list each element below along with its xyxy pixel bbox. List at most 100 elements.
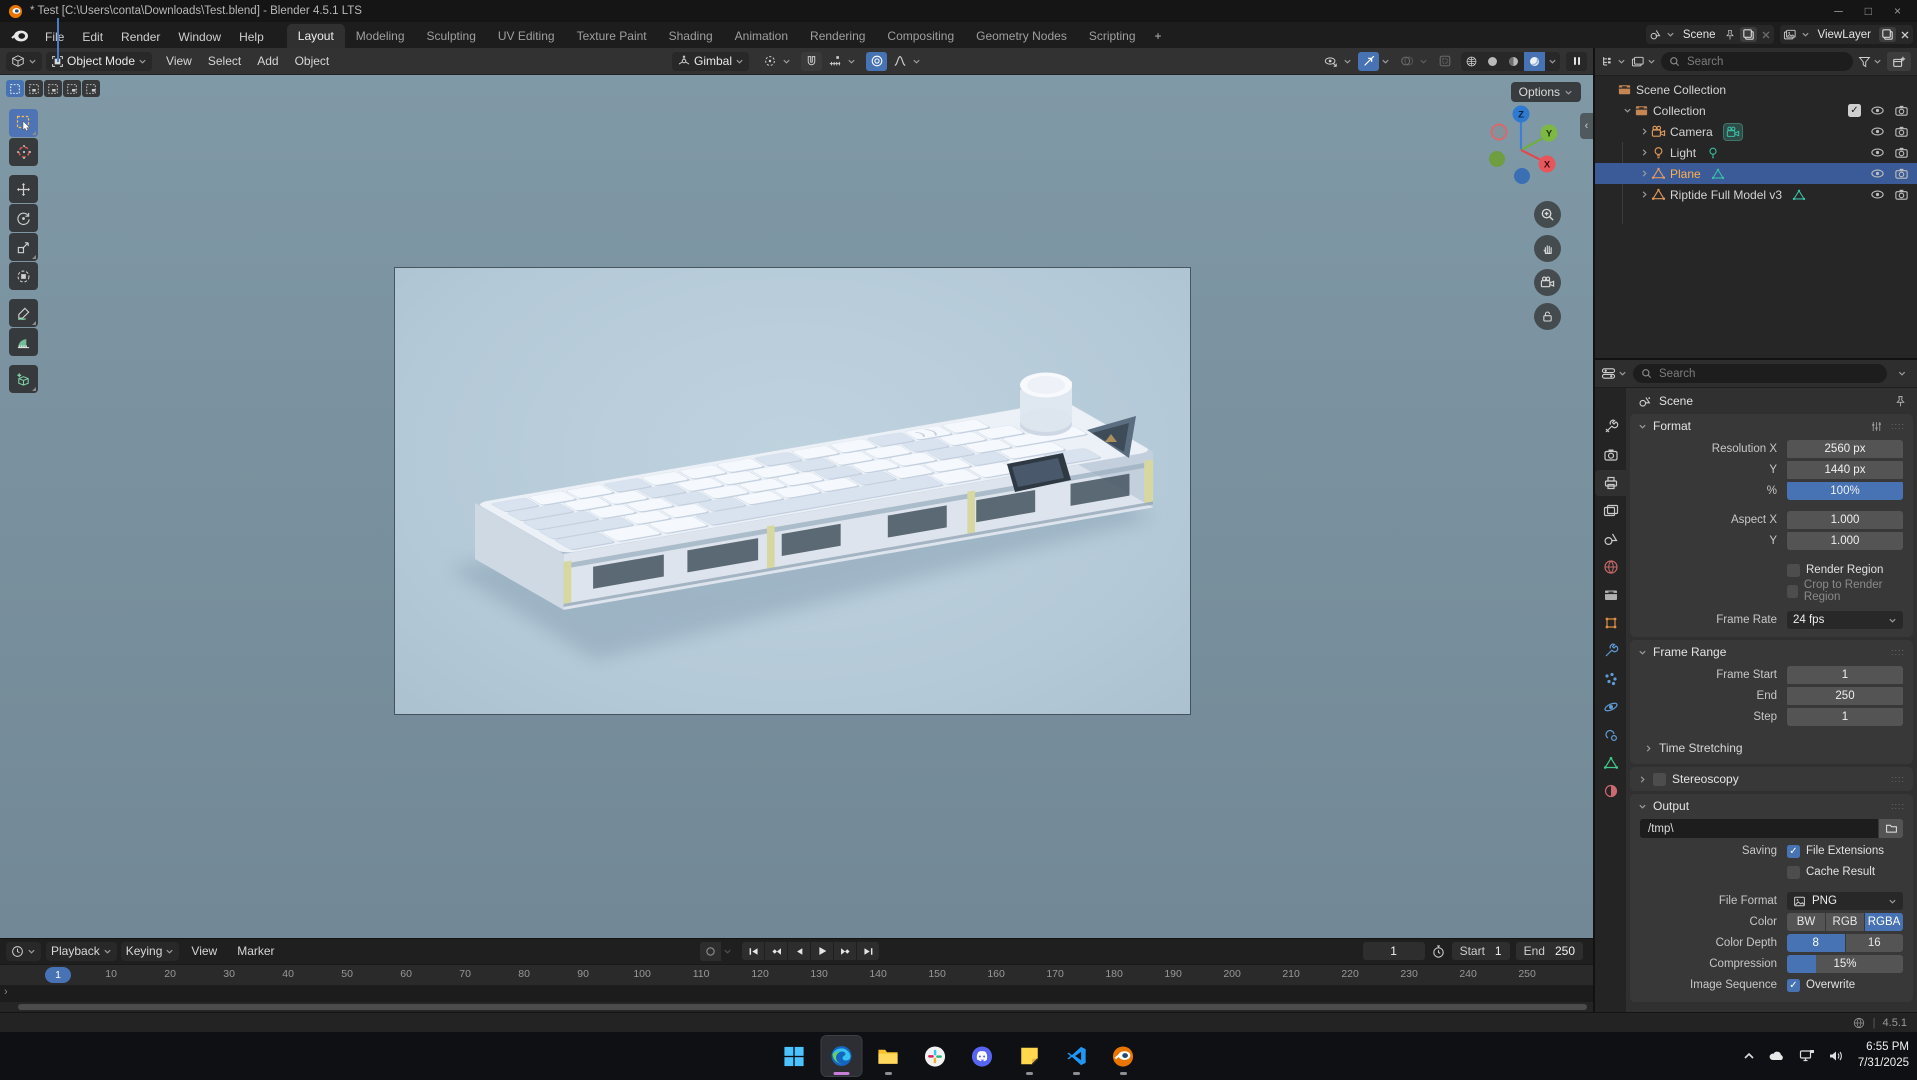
- taskbar-app-blender[interactable]: [1103, 1036, 1143, 1076]
- panel-grip[interactable]: ::::: [1891, 774, 1905, 784]
- shading-wireframe-button[interactable]: [1461, 52, 1482, 71]
- magnet-icon[interactable]: [801, 52, 822, 71]
- segment-option-16[interactable]: 16: [1846, 934, 1904, 952]
- snap-target-icon[interactable]: [824, 52, 845, 71]
- panel-header[interactable]: Output::::: [1630, 794, 1913, 818]
- value-field[interactable]: 2560 px: [1787, 440, 1903, 458]
- taskbar-app-vscode[interactable]: [1056, 1036, 1096, 1076]
- tab-rendering[interactable]: Rendering: [799, 24, 876, 48]
- taskbar-clock[interactable]: 6:55 PM 7/31/2025: [1858, 1040, 1909, 1071]
- panel-checkbox[interactable]: [1653, 773, 1666, 786]
- outliner-row-plane[interactable]: Plane: [1595, 163, 1917, 184]
- outliner-row-light[interactable]: Light: [1595, 142, 1917, 163]
- camera-photo-icon[interactable]: [1894, 187, 1909, 202]
- transform-orientation-selector[interactable]: Gimbal: [672, 52, 749, 71]
- value-field[interactable]: 1.000: [1787, 511, 1903, 529]
- timeline-menu-marker[interactable]: Marker: [229, 944, 282, 958]
- shading-material-button[interactable]: [1503, 52, 1524, 71]
- disclosure-closed-icon[interactable]: [1637, 169, 1651, 178]
- remove-viewlayer-icon[interactable]: [1900, 30, 1910, 40]
- taskbar-app-explorer[interactable]: [868, 1036, 908, 1076]
- overlays-toggle[interactable]: [1396, 52, 1428, 71]
- pin-icon[interactable]: [1724, 29, 1736, 41]
- outliner-search[interactable]: [1661, 52, 1853, 71]
- tab-texture-paint[interactable]: Texture Paint: [566, 24, 658, 48]
- pan-hand-button[interactable]: [1534, 235, 1561, 262]
- menu-file[interactable]: File: [36, 26, 73, 48]
- segment-option-rgba[interactable]: RGBA: [1865, 913, 1903, 931]
- minimize-button[interactable]: ─: [1834, 4, 1843, 18]
- disclosure-closed-icon[interactable]: [1637, 148, 1651, 157]
- viewport-menu-object[interactable]: Object: [287, 54, 338, 68]
- properties-editor-type[interactable]: [1601, 367, 1627, 380]
- properties-tab-constraints[interactable]: [1595, 722, 1626, 748]
- next-keyframe-button[interactable]: [834, 942, 856, 960]
- current-frame-field[interactable]: 1: [1363, 942, 1425, 960]
- tool-annotate[interactable]: [9, 299, 38, 327]
- new-collection-button[interactable]: [1887, 52, 1911, 71]
- add-workspace-button[interactable]: +: [1147, 24, 1170, 48]
- viewlayer-selector[interactable]: ViewLayer: [1780, 25, 1914, 44]
- tab-sculpting[interactable]: Sculpting: [416, 24, 487, 48]
- menu-window[interactable]: Window: [169, 26, 230, 48]
- disclosure-closed-icon[interactable]: [1637, 127, 1651, 136]
- play-button[interactable]: [811, 942, 833, 960]
- panel-grip[interactable]: ::::: [1891, 801, 1905, 811]
- frame-start-field[interactable]: Start1: [1452, 942, 1510, 960]
- breadcrumb[interactable]: Scene: [1659, 394, 1693, 408]
- gizmo-icon[interactable]: [1358, 52, 1379, 71]
- slider-field[interactable]: 15%: [1787, 955, 1903, 973]
- panel-header[interactable]: Format::::: [1630, 414, 1913, 438]
- snap-controls[interactable]: [801, 52, 856, 71]
- browse-folder-button[interactable]: [1879, 819, 1903, 838]
- subpanel-time-stretching[interactable]: Time Stretching: [1644, 738, 1913, 758]
- channel-expander[interactable]: ›: [4, 986, 8, 998]
- gizmos-toggle[interactable]: [1358, 52, 1390, 71]
- tab-animation[interactable]: Animation: [724, 24, 799, 48]
- properties-tab-viewlayer[interactable]: [1595, 498, 1626, 524]
- auto-key-toggle[interactable]: [700, 942, 732, 961]
- taskbar-app-start[interactable]: [774, 1036, 814, 1076]
- tab-shading[interactable]: Shading: [658, 24, 724, 48]
- scene-name[interactable]: Scene: [1679, 29, 1720, 41]
- eye-icon[interactable]: [1870, 187, 1885, 202]
- mode-selector[interactable]: Object Mode: [46, 52, 152, 71]
- shading-rendered-button[interactable]: [1524, 52, 1545, 71]
- viewlayer-name[interactable]: ViewLayer: [1814, 29, 1876, 41]
- eye-icon[interactable]: [1870, 103, 1885, 118]
- value-field[interactable]: 1.000: [1787, 532, 1903, 550]
- unlink-scene-icon[interactable]: [1761, 30, 1771, 40]
- pivot-point-selector[interactable]: [759, 52, 791, 71]
- tool-add-cube[interactable]: [9, 365, 38, 393]
- lock-button[interactable]: [1534, 303, 1561, 330]
- properties-search[interactable]: [1633, 364, 1887, 383]
- tray-chevron-up-icon[interactable]: [1743, 1050, 1755, 1062]
- camera-photo-icon[interactable]: [1894, 103, 1909, 118]
- camera-view-button[interactable]: [1534, 269, 1561, 296]
- tool-move[interactable]: [9, 175, 38, 203]
- pin-icon[interactable]: [1894, 395, 1907, 408]
- frame-end-field[interactable]: End250: [1516, 942, 1583, 960]
- close-button[interactable]: ×: [1894, 4, 1901, 18]
- current-frame-badge[interactable]: 1: [45, 967, 71, 983]
- menu-help[interactable]: Help: [230, 26, 273, 48]
- xray-toggle[interactable]: [1434, 52, 1455, 71]
- taskbar-app-discord[interactable]: [962, 1036, 1002, 1076]
- eye-icon[interactable]: [1870, 124, 1885, 139]
- presets-icon[interactable]: [1870, 420, 1883, 433]
- volume-icon[interactable]: [1828, 1049, 1844, 1063]
- taskbar-app-edge[interactable]: [821, 1036, 861, 1076]
- tool-rotate[interactable]: [9, 204, 38, 232]
- jump-to-start-button[interactable]: [742, 942, 764, 960]
- select-mode-extend[interactable]: [25, 80, 43, 97]
- onedrive-icon[interactable]: [1768, 1050, 1786, 1062]
- select-mode-new[interactable]: [6, 80, 24, 97]
- outliner-display-mode[interactable]: [1601, 55, 1626, 68]
- outliner-row-collection[interactable]: Collection✓: [1595, 100, 1917, 121]
- new-scene-button[interactable]: [1740, 27, 1757, 42]
- zoom-button[interactable]: [1534, 201, 1561, 228]
- chevron-down-icon[interactable]: [1893, 369, 1911, 378]
- stopwatch-icon[interactable]: [1431, 944, 1446, 959]
- object-visibility-controls[interactable]: [1320, 52, 1352, 71]
- camera-photo-icon[interactable]: [1894, 145, 1909, 160]
